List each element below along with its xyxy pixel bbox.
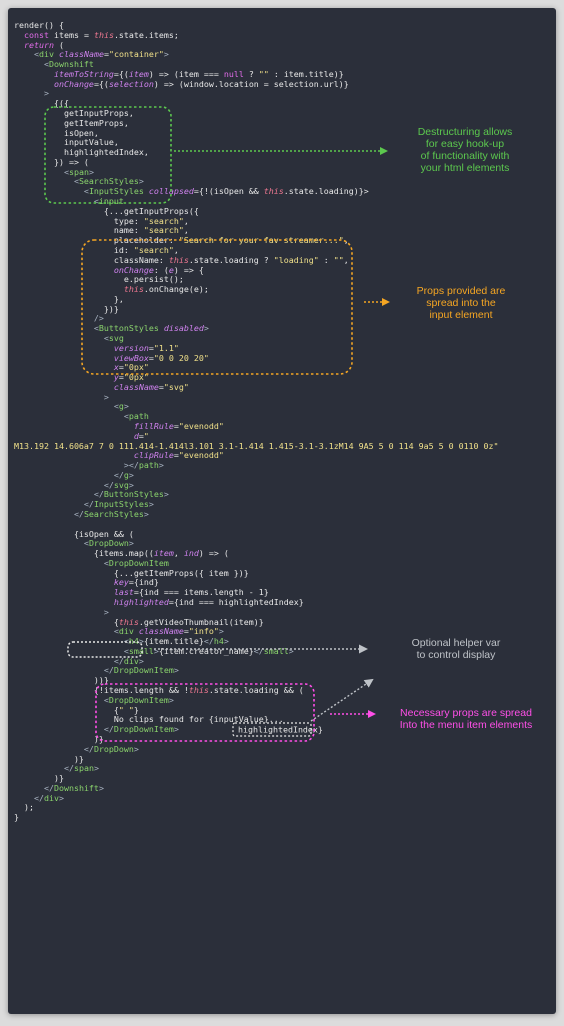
- destructuring-highlight-box: [44, 106, 172, 204]
- isopen-highlight-box: [67, 641, 143, 658]
- highlighted-index-arrow: [310, 678, 374, 722]
- callout-props-input: Props provided are spread into the input…: [416, 285, 506, 321]
- input-props-highlight-box: [81, 239, 353, 375]
- callout-helper-var: Optional helper var to control display: [411, 637, 501, 661]
- code-screenshot: render() { const items = this.state.item…: [8, 8, 556, 1014]
- callout-menu-props: Necessary props are spread Into the menu…: [399, 707, 533, 731]
- callout-destructuring: Destructuring allows for easy hook-up of…: [417, 126, 513, 174]
- highlighted-index-label: highlightedIndex}: [238, 725, 323, 735]
